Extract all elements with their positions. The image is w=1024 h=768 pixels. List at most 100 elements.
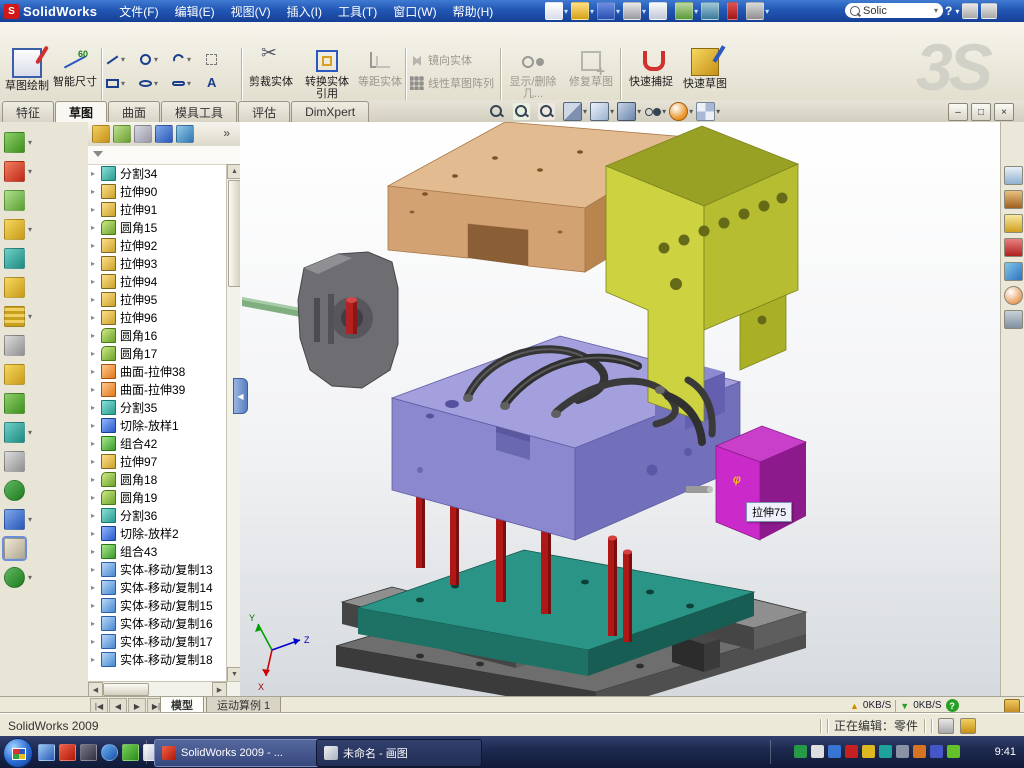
feature-tree-item[interactable]: 分割35 <box>88 398 227 416</box>
chevron-down-icon[interactable]: ▾ <box>583 107 587 116</box>
manager-tab-icon[interactable] <box>155 125 173 143</box>
feature-tree-item[interactable]: 拉伸94 <box>88 272 227 290</box>
expand-arrow-icon[interactable] <box>91 655 100 664</box>
feature-tree-item[interactable]: 曲面-拉伸38 <box>88 362 227 380</box>
restore-button[interactable]: □ <box>971 103 991 121</box>
command-tab[interactable]: 曲面 <box>108 101 160 122</box>
toolbar-button[interactable]: ▾ <box>597 2 621 20</box>
feature-tree-item[interactable]: 拉伸92 <box>88 236 227 254</box>
left-toolbar-button[interactable]: ▾ <box>4 538 32 559</box>
feature-tree-item[interactable]: 圆角15 <box>88 218 227 236</box>
search-box[interactable]: Solic ▾ <box>845 3 943 18</box>
expand-arrow-icon[interactable] <box>91 475 100 484</box>
tray-icon[interactable] <box>947 745 960 758</box>
expand-arrow-icon[interactable] <box>91 385 100 394</box>
chevron-down-icon[interactable]: ▾ <box>154 55 158 64</box>
left-toolbar-button[interactable]: ▾ <box>4 451 32 472</box>
left-toolbar-button[interactable]: ▾ <box>4 509 32 530</box>
view-tool-button[interactable]: ▾ <box>590 102 614 121</box>
chevron-down-icon[interactable]: ▾ <box>637 107 641 116</box>
feature-tree-item[interactable]: 切除-放样2 <box>88 524 227 542</box>
quick-launch-icon[interactable] <box>122 744 139 761</box>
quick-launch-icon[interactable] <box>80 744 97 761</box>
chevron-down-icon[interactable]: ▾ <box>121 55 125 64</box>
view-tool-button[interactable]: ▾ <box>617 102 641 121</box>
toolbar-extra-icon[interactable] <box>962 3 978 19</box>
expand-arrow-icon[interactable] <box>91 583 100 592</box>
feature-tree-item[interactable]: 实体-移动/复制15 <box>88 596 227 614</box>
tray-icon[interactable] <box>828 745 841 758</box>
tray-icon[interactable] <box>930 745 943 758</box>
menu-item[interactable]: 插入(I) <box>279 0 330 23</box>
menu-item[interactable]: 视图(V) <box>223 0 279 23</box>
expand-arrow-icon[interactable] <box>91 295 100 304</box>
feature-tree-item[interactable]: 曲面-拉伸39 <box>88 380 227 398</box>
tray-icon[interactable] <box>913 745 926 758</box>
help-badge[interactable]: ? <box>946 699 959 712</box>
tray-mini-icon[interactable] <box>1004 699 1020 714</box>
expand-arrow-icon[interactable] <box>91 367 100 376</box>
feature-tree-item[interactable]: 拉伸96 <box>88 308 227 326</box>
tree-filter-row[interactable] <box>88 146 245 165</box>
feature-tree-item[interactable]: 拉伸93 <box>88 254 227 272</box>
scrollbar-thumb[interactable] <box>103 683 149 696</box>
panel-collapse-handle[interactable]: ◀ <box>233 378 248 414</box>
view-tool-button[interactable]: ▾ <box>696 102 720 121</box>
tree-horizontal-scrollbar[interactable]: ◀ ▶ <box>88 681 240 696</box>
expand-arrow-icon[interactable] <box>91 619 100 628</box>
chevron-down-icon[interactable]: ▾ <box>28 138 32 147</box>
task-pane-icon[interactable] <box>1004 310 1023 329</box>
toolbar-button[interactable]: ▾ <box>727 2 744 20</box>
view-tool-button[interactable]: ▾ <box>488 103 510 120</box>
chevron-down-icon[interactable]: ▾ <box>610 107 614 116</box>
expand-arrow-icon[interactable] <box>91 529 100 538</box>
expand-arrow-icon[interactable] <box>91 205 100 214</box>
task-pane-icon[interactable] <box>1004 262 1023 281</box>
toolbar-button[interactable]: ▾ <box>649 2 673 20</box>
left-toolbar-button[interactable]: ▾ <box>4 190 32 211</box>
more-tabs-chevron[interactable]: » <box>223 126 230 140</box>
chevron-down-icon[interactable]: ▾ <box>689 107 693 116</box>
document-tab[interactable]: 模型 <box>160 697 204 714</box>
scroll-left-button[interactable]: ◀ <box>88 682 103 697</box>
scroll-right-button[interactable]: ▶ <box>212 682 227 697</box>
expand-arrow-icon[interactable] <box>91 439 100 448</box>
expand-arrow-icon[interactable] <box>91 241 100 250</box>
left-toolbar-button[interactable]: ▾ <box>4 480 32 501</box>
quick-launch-icon[interactable] <box>59 744 76 761</box>
graphics-viewport[interactable]: φ Y Z X 拉伸75 <box>240 122 1000 696</box>
command-tab[interactable]: 特征 <box>2 101 54 122</box>
manager-tab-icon[interactable] <box>134 125 152 143</box>
tray-icon[interactable] <box>896 745 909 758</box>
toolbar-button[interactable]: ▾ <box>701 2 725 20</box>
chevron-down-icon[interactable]: ▾ <box>187 55 191 64</box>
tray-icon[interactable] <box>811 745 824 758</box>
task-button[interactable]: SolidWorks 2009 - ... <box>154 739 320 767</box>
feature-tree-item[interactable]: 实体-移动/复制14 <box>88 578 227 596</box>
left-toolbar-button[interactable]: ▾ <box>4 422 32 443</box>
menu-item[interactable]: 工具(T) <box>330 0 385 23</box>
expand-arrow-icon[interactable] <box>91 223 100 232</box>
tray-icon[interactable] <box>879 745 892 758</box>
manager-tab-icon[interactable] <box>113 125 131 143</box>
task-pane-icon[interactable] <box>1004 286 1023 305</box>
document-tab[interactable]: 运动算例 1 <box>206 697 281 714</box>
left-toolbar-button[interactable]: ▾ <box>4 393 32 414</box>
minimize-button[interactable]: – <box>948 103 968 121</box>
command-tab[interactable]: 草图 <box>55 101 107 123</box>
view-tool-button[interactable]: ▾ <box>644 103 666 120</box>
taskbar-clock[interactable]: 9:41 <box>995 736 1016 768</box>
sketch-tool-button[interactable]: ▾ <box>171 71 204 95</box>
help-button[interactable]: ? ▾ <box>945 3 997 19</box>
expand-arrow-icon[interactable] <box>91 565 100 574</box>
left-toolbar-button[interactable]: ▾ <box>4 277 32 298</box>
close-button[interactable]: × <box>994 103 1014 121</box>
left-toolbar-button[interactable]: ▾ <box>4 306 32 327</box>
expand-arrow-icon[interactable] <box>91 457 100 466</box>
feature-tree-item[interactable]: 组合42 <box>88 434 227 452</box>
feature-tree-item[interactable]: 分割36 <box>88 506 227 524</box>
view-tool-button[interactable]: ▾ <box>563 102 587 121</box>
toolbar-button[interactable]: ▾ <box>571 2 595 20</box>
feature-tree-item[interactable]: 拉伸97 <box>88 452 227 470</box>
part-side-block[interactable]: φ <box>716 426 806 540</box>
